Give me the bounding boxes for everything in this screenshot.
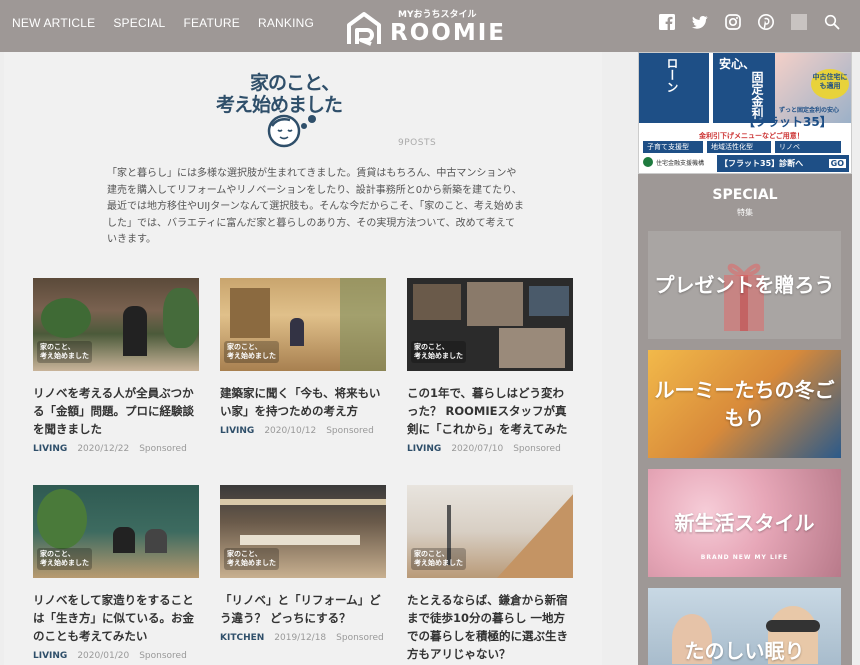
ad-brand: 【フラット35】 [743,115,832,129]
article-category[interactable]: LIVING [33,651,67,661]
special-subheading: 特集 [737,208,753,217]
article-sponsor: Sponsored [326,426,374,436]
ad-org-name: 住宅金融支援機構 [656,159,705,167]
nav-feature[interactable]: FEATURE [183,16,240,30]
article-thumbnail[interactable]: 家のこと、 考え始めました [220,278,386,371]
feature-intro: 「家と暮らし」には多様な選択肢が生まれてきました。賃貸はもちろん、中古マンション… [107,168,524,245]
article-card[interactable]: 家のこと、 考え始めました 「リノベ」と「リフォーム」どう違う？ どっちにする？… [220,485,386,643]
special-heading: SPECIAL [712,187,778,203]
ad-tag: 子育て支援型 [643,141,703,153]
thumb-badge: 家のこと、 考え始めました [411,341,466,363]
special-banner-new-life[interactable]: 新生活スタイル BRAND NEW MY LIFE [648,469,841,577]
ad-line1: 安心、 [719,57,756,71]
article-sponsor: Sponsored [139,651,187,661]
article-sponsor: Sponsored [139,444,187,454]
banner-label: プレゼントを贈ろう [654,273,835,297]
special-banner-present[interactable]: プレゼントを贈ろう [648,231,841,339]
article-thumbnail[interactable]: 家のこと、 考え始めました [33,485,199,578]
article-date: 2020/07/10 [451,444,504,454]
ad-tag: リノベ [775,141,841,153]
thumb-badge: 家のこと、 考え始めました [37,548,92,570]
article-card[interactable]: 家のこと、 考え始めました この1年で、暮らしはどう変わった？ ROOMIEスタ… [407,278,573,454]
thumb-badge: 家のこと、 考え始めました [411,548,466,570]
article-date: 2019/12/18 [274,633,327,643]
article-title[interactable]: 「リノベ」と「リフォーム」どう違う？ どっちにする？ [220,591,386,627]
pinterest-icon[interactable] [758,14,774,30]
article-thumbnail[interactable]: 家のこと、 考え始めました [407,485,573,578]
article-meta: LIVING 2020/07/10 Sponsored [407,444,573,454]
thumb-badge: 家のこと、 考え始めました [224,548,279,570]
article-meta: LIVING 2020/10/12 Sponsored [220,426,386,436]
ad-go-label: GO [828,159,846,168]
header-divider [791,14,807,30]
logo-wordmark: ROOMIE [390,20,506,46]
ad-badge: 中古住宅にも適用 [811,69,849,99]
article-category[interactable]: LIVING [407,444,441,454]
article-date: 2020/01/20 [77,651,130,661]
article-card[interactable]: 家のこと、 考え始めました たとえるならば、鎌倉から新宿まで徒歩10分の暮らし … [407,485,573,663]
site-header: NEW ARTICLE SPECIAL FEATURE RANKING MYおう… [0,0,860,52]
face-illustration-icon [267,114,316,148]
search-icon[interactable] [824,14,840,30]
house-logo-icon [347,12,381,46]
ad-cta-label: 【フラット35】診断へ [720,159,804,168]
ad-menu-note: 金利引下げメニューなどご用意！ [699,132,804,140]
article-card[interactable]: 家のこと、 考え始めました 建築家に聞く「今も、将来もいい家」を持つための考え方… [220,278,386,436]
social-links [659,14,840,30]
twitter-icon[interactable] [692,14,708,30]
article-title[interactable]: この1年で、暮らしはどう変わった？ ROOMIEスタッフが真剣に「これから」を考… [407,384,573,438]
article-category[interactable]: KITCHEN [220,633,264,643]
org-logo-icon [643,157,653,167]
article-date: 2020/10/12 [264,426,317,436]
instagram-icon[interactable] [725,14,741,30]
main-nav: NEW ARTICLE SPECIAL FEATURE RANKING [12,16,314,30]
ad-tags: 子育て支援型 地域活性化型 リノベ [643,141,841,153]
article-title[interactable]: リノベを考える人が全員ぶつかる「金額」問題。プロに経験談を聞きました [33,384,199,438]
article-thumbnail[interactable]: 家のこと、 考え始めました [407,278,573,371]
article-thumbnail[interactable]: 家のこと、 考え始めました [220,485,386,578]
nav-special[interactable]: SPECIAL [113,16,165,30]
nav-ranking[interactable]: RANKING [258,16,314,30]
ad-tag: 地域活性化型 [707,141,771,153]
banner-small-label: BRAND NEW MY LIFE [700,554,789,561]
logo-subtitle: MYおうちスタイル [398,10,477,20]
article-meta: LIVING 2020/01/20 Sponsored [33,651,199,661]
article-meta: KITCHEN 2019/12/18 Sponsored [220,633,386,643]
ad-cta-button[interactable]: 【フラット35】診断へ GO [717,155,849,172]
thumb-badge: 家のこと、 考え始めました [224,341,279,363]
article-card[interactable]: 家のこと、 考え始めました リノベをして家造りをすることは「生き方」に似ている。… [33,485,199,661]
flat35-ad[interactable]: ローン 安心、 固定金利 中古住宅にも適用 ずっと固定金利の安心 【フラット35… [638,52,852,174]
article-title[interactable]: たとえるならば、鎌倉から新宿まで徒歩10分の暮らし 一地方での暮らしを積極的に選… [407,591,573,663]
ad-org: 住宅金融支援機構 [643,157,704,167]
post-count: 9POSTS [398,138,437,148]
site-logo[interactable]: MYおうちスタイル ROOMIE [346,7,516,47]
article-category[interactable]: LIVING [33,444,67,454]
thumb-badge: 家のこと、 考え始めました [37,341,92,363]
article-sponsor: Sponsored [336,633,384,643]
banner-label: たのしい眠り [684,639,805,663]
nav-new-article[interactable]: NEW ARTICLE [12,16,95,30]
ad-line2: 固定金利 [750,71,764,119]
ad-line3: ローン [665,57,679,93]
facebook-icon[interactable] [659,14,675,30]
special-banner-winter[interactable]: ルーミーたちの冬ごもり [648,350,841,458]
article-sponsor: Sponsored [513,444,561,454]
article-card[interactable]: 家のこと、 考え始めました リノベを考える人が全員ぶつかる「金額」問題。プロに経… [33,278,199,454]
special-banner-sleep[interactable]: たのしい眠り [648,588,841,665]
feature-logo: 家のこと、 考え始めました [214,68,354,148]
article-meta: LIVING 2020/12/22 Sponsored [33,444,199,454]
article-title[interactable]: 建築家に聞く「今も、将来もいい家」を持つための考え方 [220,384,386,420]
article-thumbnail[interactable]: 家のこと、 考え始めました [33,278,199,371]
banner-label: ルーミーたちの冬ごもり [654,378,835,430]
article-category[interactable]: LIVING [220,426,254,436]
article-date: 2020/12/22 [77,444,130,454]
article-title[interactable]: リノベをして家造りをすることは「生き方」に似ている。お金のことも考えてみたい [33,591,199,645]
